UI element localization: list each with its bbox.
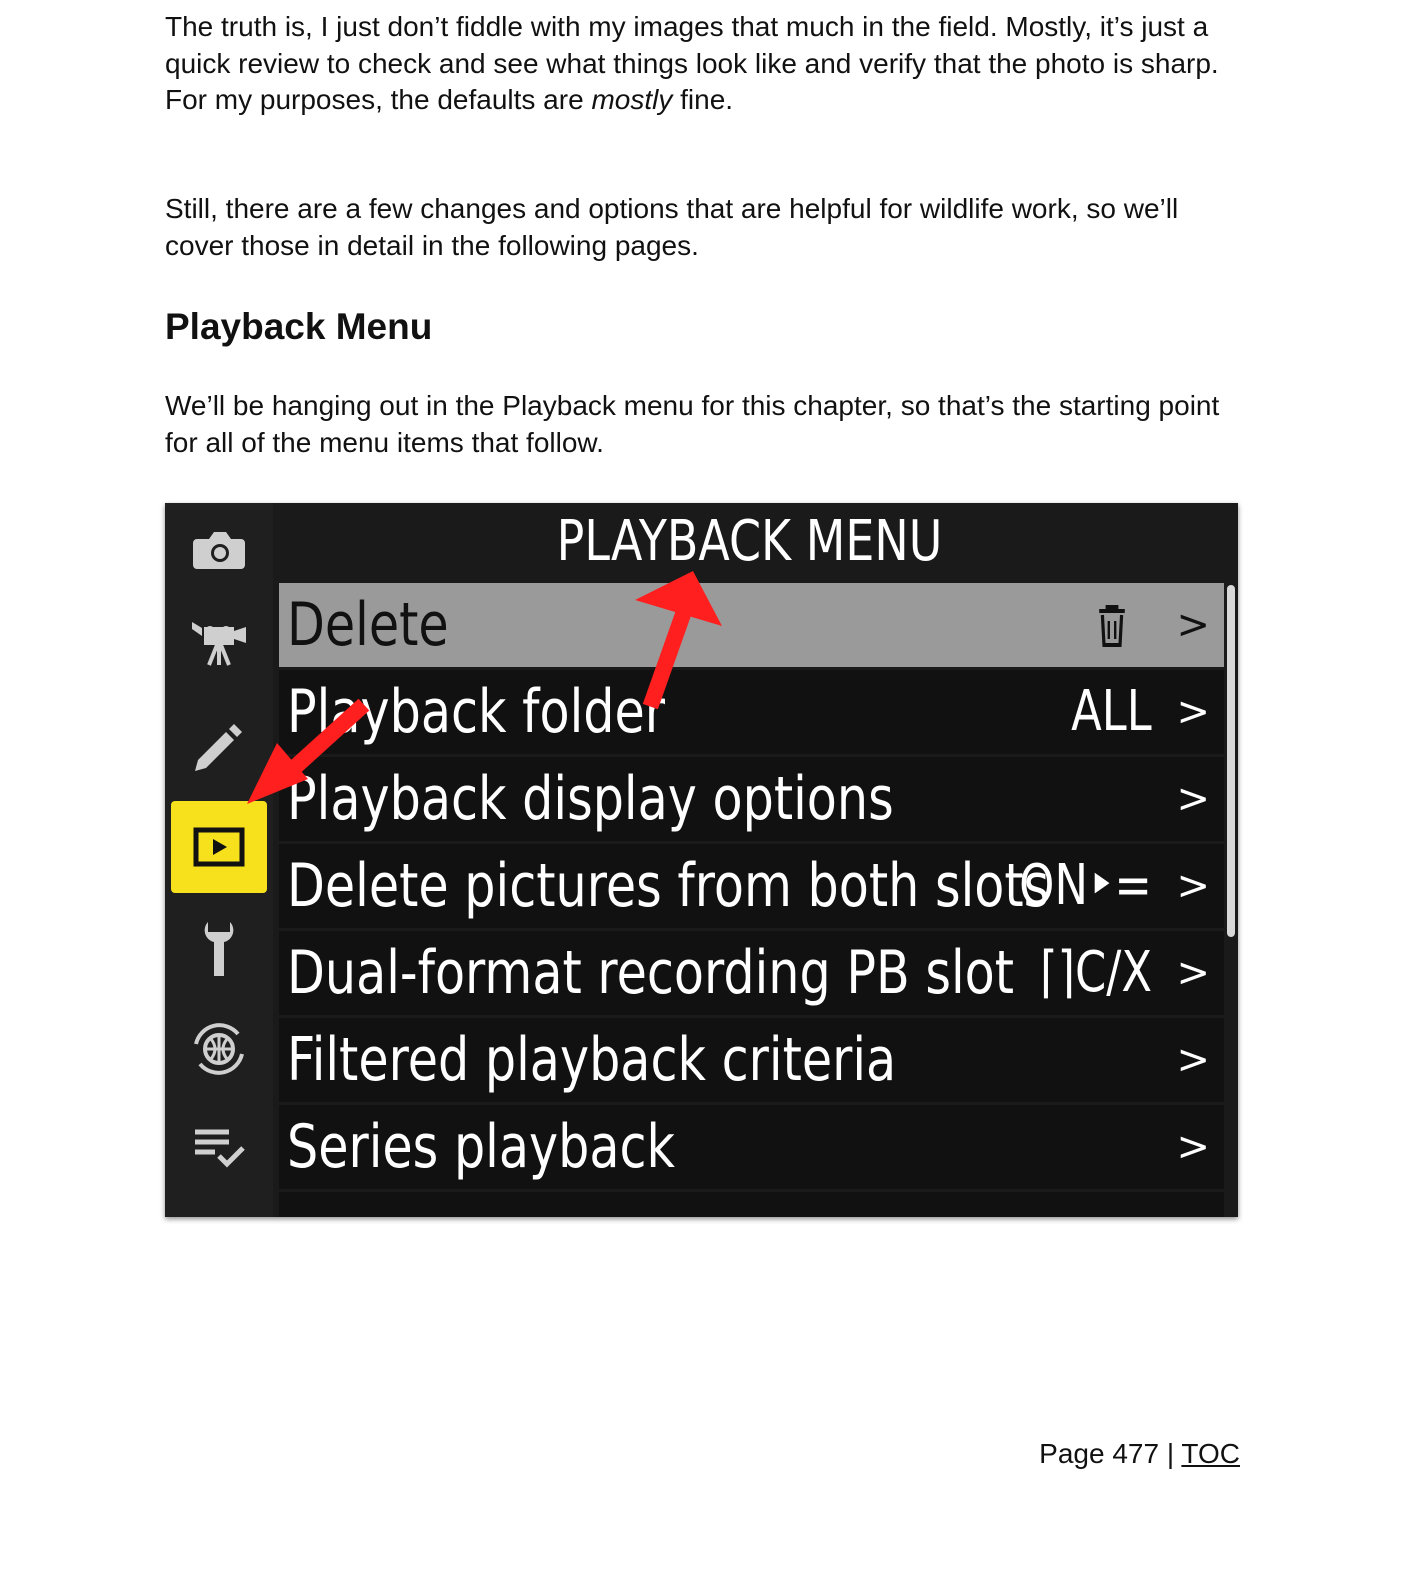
chevron-right-icon: > — [1176, 1124, 1210, 1170]
chevron-right-icon: > — [1176, 776, 1210, 822]
menu-title: PLAYBACK MENU — [556, 509, 943, 574]
page-footer: Page 477 | TOC — [1039, 1436, 1240, 1472]
paragraph-text: fine. — [672, 84, 734, 115]
menu-row-label: Playback folder — [287, 677, 665, 747]
my-menu-icon — [171, 1101, 267, 1193]
chevron-right-icon: > — [1176, 950, 1210, 996]
menu-row-label: Delete — [287, 590, 449, 660]
page-number: Page 477 | — [1039, 1438, 1182, 1469]
menu-row-value: ALL — [1071, 679, 1152, 744]
wrench-icon — [171, 903, 267, 995]
menu-row-label: Filtered playback criteria — [287, 1025, 897, 1095]
intro-paragraph: The truth is, I just don’t fiddle with m… — [165, 9, 1240, 119]
section-heading: Playback Menu — [165, 306, 433, 347]
menu-row-series-playback[interactable]: Series playback > — [279, 1105, 1224, 1189]
emphasis-text: mostly — [591, 84, 673, 115]
chevron-right-icon: > — [1176, 602, 1210, 648]
camera-icon — [171, 503, 267, 595]
third-paragraph: We’ll be hanging out in the Playback men… — [165, 390, 1220, 458]
menu-row-dual-format-pb-slot[interactable]: Dual-format recording PB slot ⌈⌉C/X > — [279, 931, 1224, 1015]
menu-row-label: Delete pictures from both slots — [287, 851, 1050, 921]
menu-row-playback-folder[interactable]: Playback folder ALL > — [279, 670, 1224, 754]
camera-menu-screenshot: PLAYBACK MENU Delete > Playback folder A… — [165, 503, 1238, 1217]
menu-row-delete[interactable]: Delete > — [279, 583, 1224, 667]
chevron-right-icon: > — [1176, 1037, 1210, 1083]
movie-camera-icon — [171, 598, 267, 690]
playback-icon[interactable] — [171, 801, 267, 893]
menu-scrollbar[interactable] — [1227, 585, 1235, 937]
pencil-icon — [171, 701, 267, 793]
chevron-right-icon: > — [1176, 689, 1210, 735]
second-paragraph: Still, there are a few changes and optio… — [165, 193, 1179, 261]
menu-row-partial — [279, 1192, 1224, 1217]
menu-sidebar — [165, 503, 273, 1217]
menu-row-label: Series playback — [287, 1112, 676, 1182]
menu-row-playback-display-options[interactable]: Playback display options > — [279, 757, 1224, 841]
menu-row-value: ON‣= — [1019, 853, 1152, 918]
menu-list: Delete > Playback folder ALL > Playback … — [279, 583, 1224, 1217]
network-icon — [171, 1003, 267, 1095]
document-page: The truth is, I just don’t fiddle with m… — [0, 0, 1403, 1587]
trash-icon — [1096, 583, 1128, 667]
menu-row-label: Dual-format recording PB slot — [287, 938, 1015, 1008]
menu-row-delete-both-slots[interactable]: Delete pictures from both slots ON‣= > — [279, 844, 1224, 928]
chevron-right-icon: > — [1176, 863, 1210, 909]
toc-link[interactable]: TOC — [1181, 1438, 1240, 1469]
menu-row-filtered-playback[interactable]: Filtered playback criteria > — [279, 1018, 1224, 1102]
menu-row-label: Playback display options — [287, 764, 894, 834]
menu-row-value: ⌈⌉C/X — [1039, 940, 1152, 1005]
